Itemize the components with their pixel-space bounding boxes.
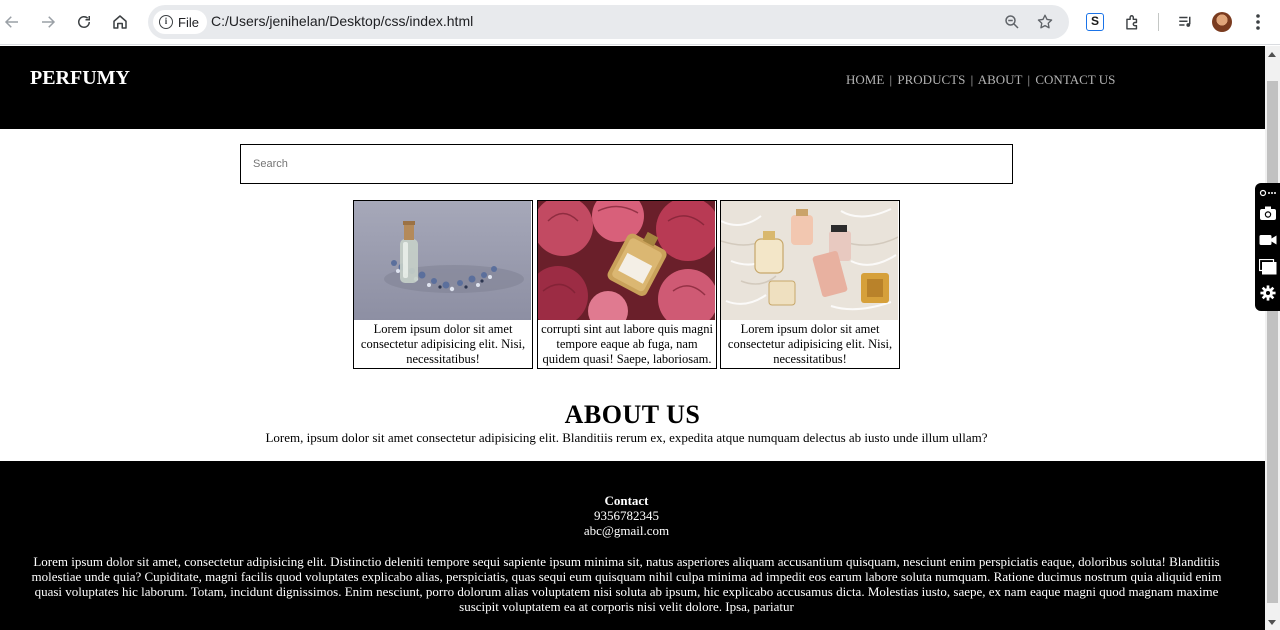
forward-arrow-icon[interactable] [37,11,59,33]
windows-stack-icon[interactable] [1257,257,1278,277]
nav-about[interactable]: ABOUT [978,72,1023,87]
about-text: Lorem, ipsum dolor sit amet consectetur … [265,430,988,445]
product-image [354,201,531,320]
nav-separator: | [889,72,893,87]
toolbar-options-icon[interactable] [1257,183,1278,203]
toolbar-divider [1158,13,1159,31]
nav-home[interactable]: HOME [846,72,884,87]
site-info-chip[interactable]: i File [153,10,207,34]
product-card[interactable]: corrupti sint aut labore quis magni temp… [537,200,717,369]
url-text[interactable]: C:/Users/jenihelan/Desktop/css/index.htm… [211,13,473,29]
product-image [721,201,898,320]
product-caption: Lorem ipsum dolor sit amet consectetur a… [727,322,893,366]
more-menu-icon[interactable] [1250,12,1266,32]
back-arrow-icon[interactable] [1,11,23,33]
product-image [538,201,715,320]
capture-toolbar [1255,183,1280,311]
footer-contact-heading: Contact [604,493,649,508]
site-header: PERFUMY HOME | PRODUCTS | ABOUT | CONTAC… [0,46,1265,129]
footer-email[interactable]: abc@gmail.com [0,523,1253,539]
address-bar[interactable]: i File C:/Users/jenihelan/Desktop/css/in… [148,5,1069,39]
profile-avatar[interactable] [1212,12,1232,32]
nav-contact-us[interactable]: CONTACT US [1035,72,1115,87]
extensions-puzzle-icon[interactable] [1121,11,1143,33]
product-card[interactable]: Lorem ipsum dolor sit amet consectetur a… [353,200,533,369]
footer-text: Lorem ipsum dolor sit amet, consectetur … [31,554,1222,614]
bookmark-star-icon[interactable] [1036,13,1054,31]
info-icon: i [159,15,173,29]
page-viewport: PERFUMY HOME | PRODUCTS | ABOUT | CONTAC… [0,46,1265,630]
nav-separator: | [1027,72,1031,87]
product-card[interactable]: Lorem ipsum dolor sit amet consectetur a… [720,200,900,369]
page-scrollbar[interactable] [1265,46,1280,630]
reload-icon[interactable] [73,11,95,33]
main-nav: HOME | PRODUCTS | ABOUT | CONTACT US [846,72,1115,88]
camera-icon[interactable] [1257,203,1278,223]
nav-products[interactable]: PRODUCTS [897,72,965,87]
scroll-up-arrow-icon[interactable] [1268,52,1276,57]
media-queue-icon[interactable] [1175,11,1197,33]
footer-phone: 9356782345 [594,508,659,523]
search-input[interactable] [240,144,1013,184]
video-camera-icon[interactable] [1257,230,1278,250]
home-icon[interactable] [109,11,131,33]
scroll-down-arrow-icon[interactable] [1268,620,1276,625]
scrollbar-thumb[interactable] [1267,81,1278,603]
product-caption: corrupti sint aut labore quis magni temp… [541,322,713,366]
site-footer: Contact 9356782345 abc@gmail.com Lorem i… [0,461,1265,630]
zoom-icon[interactable] [1003,13,1021,31]
product-caption: Lorem ipsum dolor sit amet consectetur a… [360,322,526,366]
extension-s-icon[interactable]: S [1084,11,1106,33]
about-heading: ABOUT US [564,400,701,429]
file-chip-label: File [178,14,199,30]
browser-toolbar: i File C:/Users/jenihelan/Desktop/css/in… [0,0,1280,45]
nav-separator: | [970,72,974,87]
site-logo[interactable]: PERFUMY [30,67,130,90]
settings-gear-icon[interactable] [1257,283,1278,303]
